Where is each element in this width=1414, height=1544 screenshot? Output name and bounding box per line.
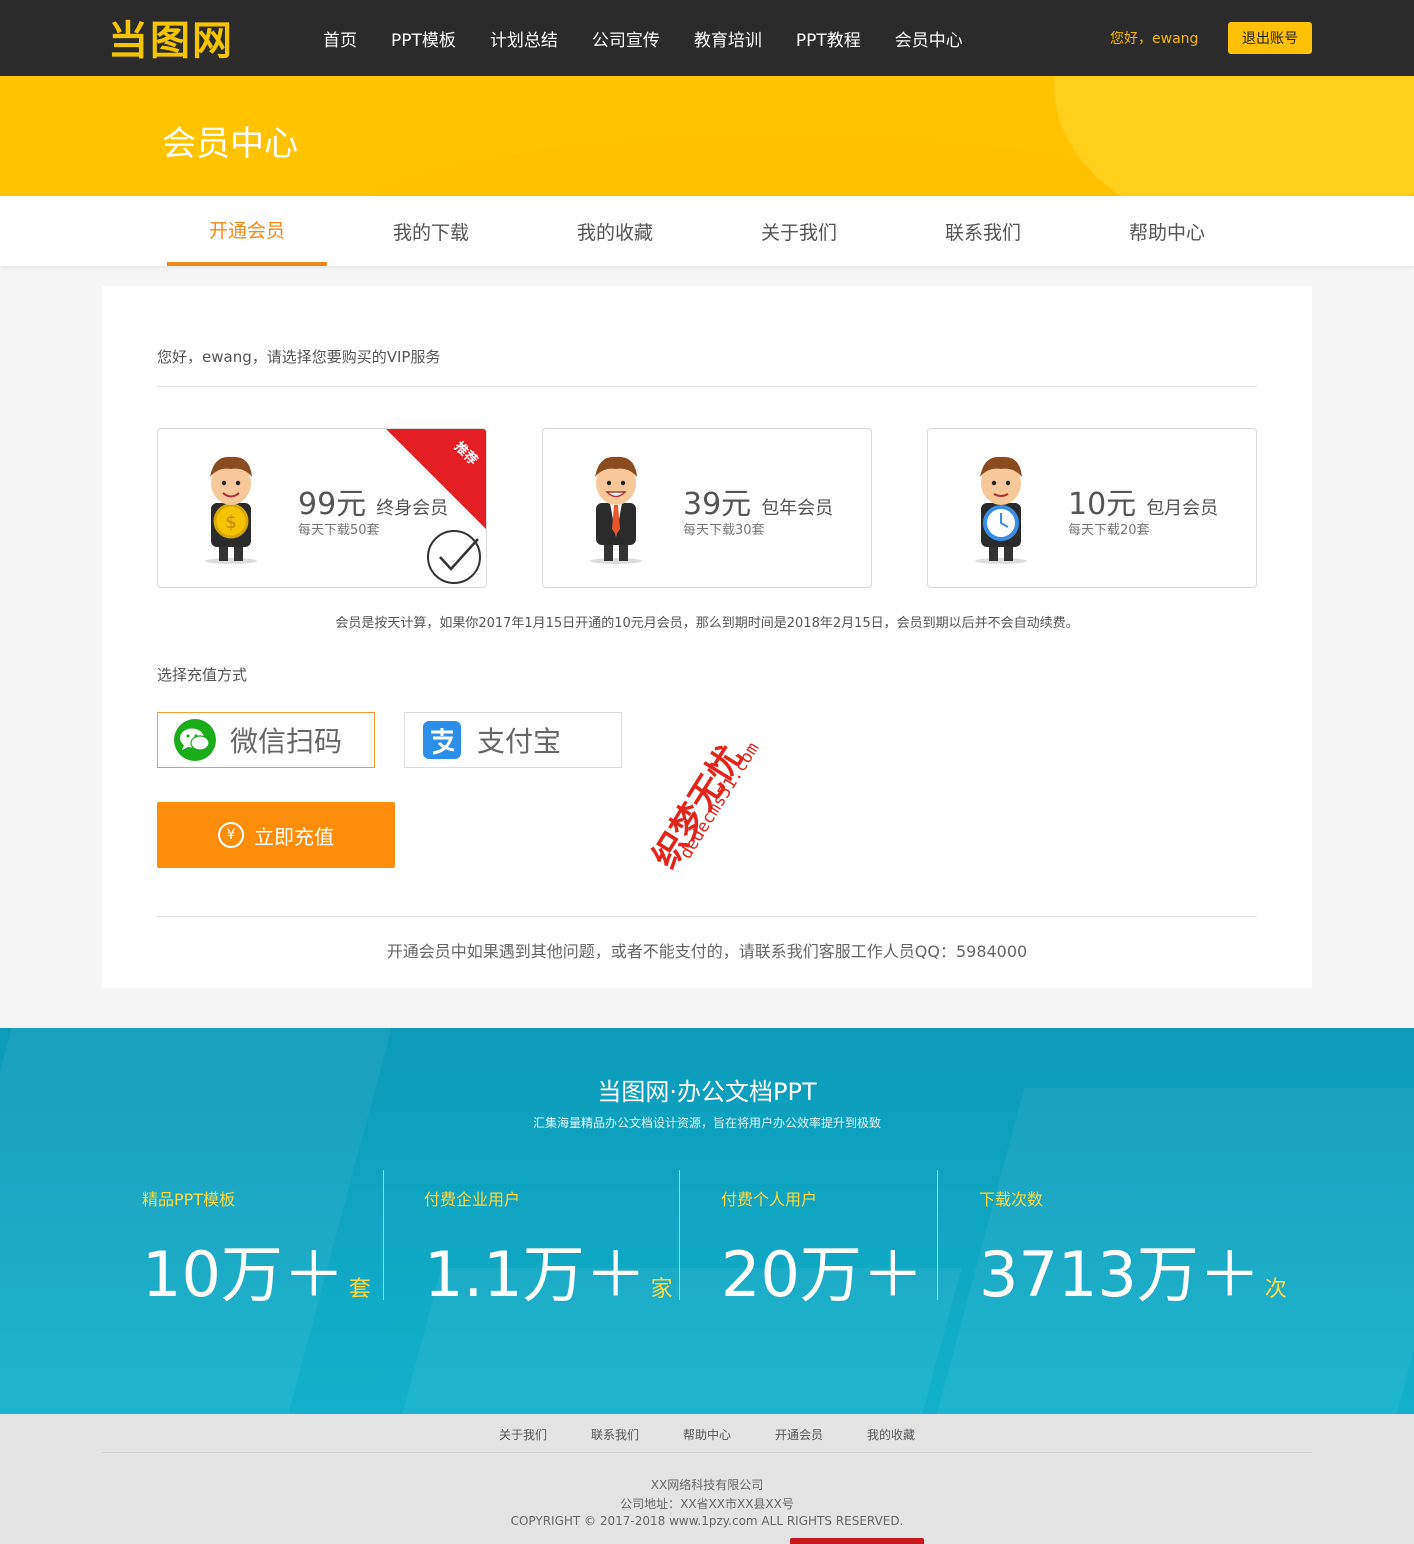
stats-title: 当图网·办公文档PPT	[597, 1078, 817, 1106]
nav-home[interactable]: 首页	[306, 26, 374, 51]
plan-monthly[interactable]: 10元 包月会员 每天下载20套	[927, 428, 1257, 588]
svg-text:$: $	[225, 512, 236, 533]
divider	[102, 1452, 1312, 1453]
payment-method-label: 选择充值方式	[157, 666, 248, 684]
footer-badge[interactable]	[790, 1538, 924, 1544]
footer-address: 公司地址：XX省XX市XX县XX号	[620, 1497, 794, 1511]
user-greeting[interactable]: 您好，ewang	[1110, 28, 1198, 48]
main-nav: 首页 PPT模板 计划总结 公司宣传 教育培训 PPT教程 会员中心	[306, 0, 980, 76]
vip-purchase-card: 您好，ewang，请选择您要购买的VIP服务 $ 99元 终身会员 每天下载50套…	[102, 286, 1312, 988]
stat-enterprise-users: 付费企业用户 1.1万＋家	[424, 1190, 673, 1311]
clock-mascot-icon	[975, 456, 1027, 564]
tab-help-center[interactable]: 帮助中心	[1087, 196, 1247, 266]
banner-decoration	[1054, 76, 1414, 196]
recharge-label: 立即充值	[254, 824, 334, 849]
stat-personal-users: 付费个人用户 20万＋	[721, 1190, 924, 1311]
divider	[383, 1170, 384, 1300]
alipay-icon	[423, 721, 461, 759]
nav-member-center[interactable]: 会员中心	[878, 26, 980, 51]
plan-description: 每天下载30套	[683, 523, 765, 538]
plan-yearly[interactable]: 39元 包年会员 每天下载30套	[542, 428, 872, 588]
divider	[937, 1170, 938, 1300]
footer-copyright: COPYRIGHT © 2017-2018 www.1pzy.com ALL R…	[510, 1514, 904, 1528]
member-tabs: 开通会员 我的下载 我的收藏 关于我们 联系我们 帮助中心	[0, 196, 1414, 266]
wechat-icon	[174, 719, 216, 761]
divider	[679, 1170, 680, 1300]
tab-contact-us[interactable]: 联系我们	[903, 196, 1063, 266]
tab-about-us[interactable]: 关于我们	[719, 196, 879, 266]
stat-templates: 精品PPT模板 10万＋套	[142, 1190, 371, 1311]
page-banner: 会员中心	[0, 76, 1414, 196]
stat-downloads: 下载次数 3713万＋次	[979, 1190, 1287, 1311]
logout-button[interactable]: 退出账号	[1228, 22, 1312, 54]
plan-description: 每天下载20套	[1068, 523, 1150, 538]
plan-price: 10元 包月会员	[1068, 487, 1219, 522]
plan-lifetime[interactable]: $ 99元 终身会员 每天下载50套 推荐	[157, 428, 487, 588]
footer-company: XX网络科技有限公司	[650, 1478, 764, 1492]
footer-links: 关于我们 联系我们 帮助中心 开通会员 我的收藏	[0, 1426, 1414, 1443]
wechat-pay-label: 微信扫码	[230, 725, 343, 758]
footer-link-help[interactable]: 帮助中心	[683, 1426, 731, 1443]
coin-mascot-icon: $	[205, 456, 257, 564]
watermark: 织梦无忧 dedecms51.com	[628, 690, 818, 876]
footer-link-about[interactable]: 关于我们	[499, 1426, 547, 1443]
wechat-pay-button[interactable]: 微信扫码	[157, 712, 375, 768]
plan-price: 39元 包年会员	[683, 487, 834, 522]
alipay-button[interactable]: 支付宝	[404, 712, 622, 768]
top-navbar: 当图网 首页 PPT模板 计划总结 公司宣传 教育培训 PPT教程 会员中心 您…	[0, 0, 1414, 76]
support-contact-text: 开通会员中如果遇到其他问题，或者不能支付的，请联系我们客服工作人员QQ：5984…	[386, 942, 1028, 961]
tab-open-membership[interactable]: 开通会员	[167, 196, 327, 266]
plan-description: 每天下载50套	[298, 523, 380, 538]
stats-subtitle: 汇集海量精品办公文档设计资源，旨在将用户办公效率提升到极致	[532, 1116, 881, 1130]
welcome-text: 您好，ewang，请选择您要购买的VIP服务	[157, 348, 441, 366]
footer-link-contact[interactable]: 联系我们	[591, 1426, 639, 1443]
tab-my-downloads[interactable]: 我的下载	[351, 196, 511, 266]
nav-ppt-tutorial[interactable]: PPT教程	[779, 26, 878, 51]
footer-link-membership[interactable]: 开通会员	[775, 1426, 823, 1443]
nav-ppt-templates[interactable]: PPT模板	[374, 26, 473, 51]
divider	[157, 916, 1257, 917]
tab-my-favorites[interactable]: 我的收藏	[535, 196, 695, 266]
nav-plan-summary[interactable]: 计划总结	[473, 26, 575, 51]
membership-note: 会员是按天计算，如果你2017年1月15日开通的10元月会员，那么到期时间是20…	[335, 616, 1079, 631]
footer-link-favorites[interactable]: 我的收藏	[867, 1426, 915, 1443]
stats-section: 当图网·办公文档PPT 汇集海量精品办公文档设计资源，旨在将用户办公效率提升到极…	[0, 1028, 1414, 1414]
footer: 关于我们 联系我们 帮助中心 开通会员 我的收藏 XX网络科技有限公司 公司地址…	[0, 1414, 1414, 1544]
divider	[157, 386, 1257, 387]
nav-education[interactable]: 教育培训	[677, 26, 779, 51]
alipay-label: 支付宝	[477, 725, 562, 758]
yen-icon: ¥	[218, 822, 244, 848]
selected-check-icon	[427, 530, 481, 584]
nav-company-promo[interactable]: 公司宣传	[575, 26, 677, 51]
site-logo[interactable]: 当图网	[108, 12, 234, 64]
page-title: 会员中心	[162, 124, 298, 164]
recharge-button[interactable]: ¥ 立即充值	[157, 802, 395, 868]
tie-mascot-icon	[590, 456, 642, 564]
